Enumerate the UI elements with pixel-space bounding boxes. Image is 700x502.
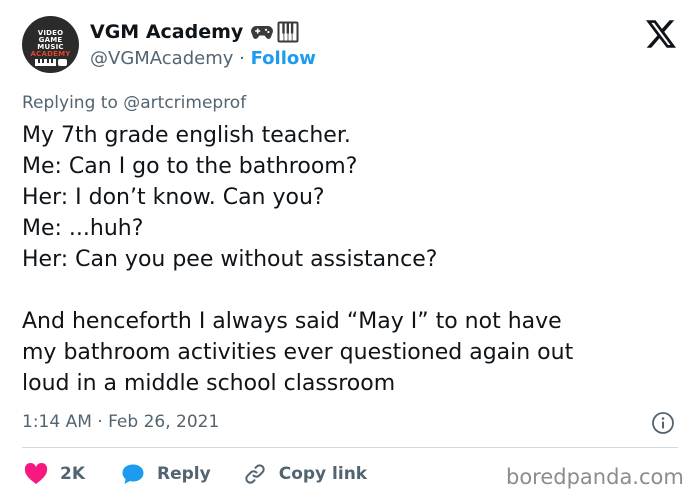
info-icon[interactable] — [651, 411, 675, 435]
tweet-line: my bathroom activities ever questioned a… — [22, 340, 574, 365]
reply-mention-link[interactable]: @artcrimeprof — [123, 93, 246, 113]
tweet-timestamp[interactable]: 1:14 AM · Feb 26, 2021 — [22, 412, 219, 432]
tweet-line: Her: I don’t know. Can you? — [22, 185, 325, 210]
reply-bubble-icon — [122, 464, 144, 484]
copy-link-button[interactable]: Copy link — [243, 462, 367, 486]
heart-icon — [24, 463, 48, 484]
tweet-line: Her: Can you pee without assistance? — [22, 247, 438, 272]
tweet-line: And henceforth I always said “May I” to … — [22, 309, 562, 334]
link-icon — [245, 464, 265, 484]
tweet-line: My 7th grade english teacher. — [22, 123, 351, 148]
reply-label: Reply — [157, 464, 211, 484]
tweet-line: Me: Can I go to the bathroom? — [22, 154, 358, 179]
gamepad-icon — [251, 26, 274, 39]
gamepad-logo — [58, 59, 67, 66]
action-bar: 2K Reply Copy link — [24, 462, 367, 486]
handle-separator: · — [239, 48, 245, 69]
piano-icon — [277, 21, 299, 43]
handle-row: @VGMAcademy · Follow — [90, 48, 316, 69]
piano-keys-logo — [35, 59, 56, 66]
like-count: 2K — [60, 464, 86, 484]
follow-button[interactable]: Follow — [251, 48, 316, 69]
tweet-text: My 7th grade english teacher. Me: Can I … — [22, 120, 687, 399]
copy-link-label: Copy link — [278, 464, 368, 484]
tweet-line: loud in a middle school classroom — [22, 371, 396, 396]
watermark: boredpanda.com — [506, 465, 684, 489]
x-logo-icon[interactable] — [646, 20, 676, 48]
avatar-text-academy: ACADEMY — [30, 50, 71, 58]
reply-button[interactable]: Reply — [121, 463, 211, 485]
divider — [22, 447, 678, 448]
replying-to: Replying to @artcrimeprof — [22, 93, 246, 113]
like-button[interactable]: 2K — [24, 463, 85, 485]
replying-prefix: Replying to — [22, 93, 118, 113]
author-name-row: VGM Academy — [90, 21, 299, 43]
avatar[interactable]: VIDEO GAME MUSIC ACADEMY — [22, 16, 79, 73]
handle[interactable]: @VGMAcademy — [90, 48, 233, 69]
tweet-line: Me: ...huh? — [22, 216, 144, 241]
name-emoji-group — [251, 21, 299, 43]
display-name[interactable]: VGM Academy — [90, 21, 243, 43]
